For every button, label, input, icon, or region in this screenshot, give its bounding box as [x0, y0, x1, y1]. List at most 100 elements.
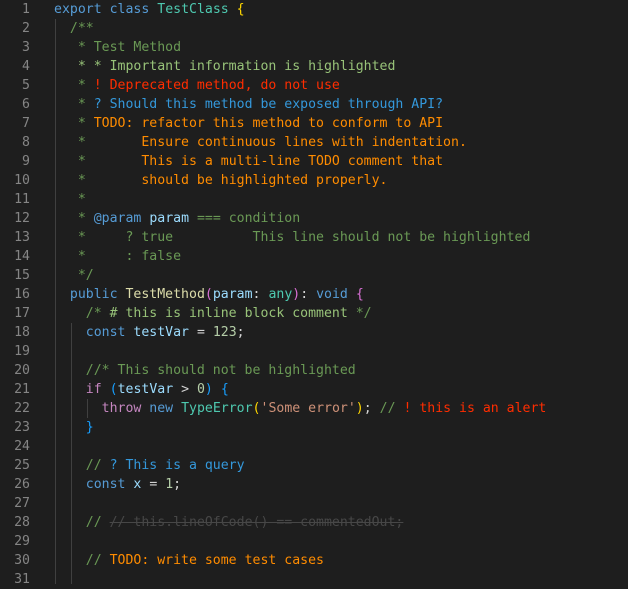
code-line[interactable]: 5 * ! Deprecated method, do not use [0, 76, 628, 95]
code-token: * [77, 97, 94, 112]
line-number: 29 [14, 534, 30, 549]
code-text: * should be highlighted properly. [54, 171, 388, 190]
code-token: ? Should this method be exposed through … [93, 97, 444, 112]
code-text: * * Important information is highlighted [54, 57, 396, 76]
code-line[interactable]: 20 //* This should not be highlighted [0, 361, 628, 380]
code-token: //* This should not be highlighted [85, 363, 356, 378]
code-line[interactable]: 21 if (testVar > 0) { [0, 380, 628, 399]
line-number: 17 [14, 306, 30, 321]
code-text: /** [54, 19, 94, 38]
code-token: ( [109, 382, 118, 397]
code-token: const [85, 477, 126, 492]
code-token: * : false [77, 249, 182, 264]
code-token: TypeError [181, 401, 253, 416]
code-line[interactable]: 26 const x = 1; [0, 475, 628, 494]
code-token: This is a multi-line TODO comment that [85, 154, 444, 169]
line-number: 1 [22, 2, 30, 17]
code-line[interactable]: 6 * ? Should this method be exposed thro… [0, 95, 628, 114]
code-text: const x = 1; [54, 475, 181, 494]
code-line[interactable]: 17 /* # this is inline block comment */ [0, 304, 628, 323]
code-token: * ? true This line should not be highlig… [77, 230, 531, 245]
code-line[interactable]: 19 [0, 342, 628, 361]
code-line[interactable]: 9 * This is a multi-line TODO comment th… [0, 152, 628, 171]
code-token: * [77, 154, 86, 169]
code-line[interactable]: 28 // // this.lineOfCode() == commentedO… [0, 513, 628, 532]
code-token: { [355, 287, 364, 302]
code-text: * Test Method [54, 38, 181, 57]
code-line[interactable]: 24 [0, 437, 628, 456]
code-line[interactable]: 25 // ? This is a query [0, 456, 628, 475]
code-token: TestMethod [125, 287, 205, 302]
code-line[interactable]: 1 export class TestClass { [0, 0, 628, 19]
code-text: throw new TypeError('Some error'); // ! … [54, 399, 547, 418]
code-line[interactable]: 18 const testVar = 123; [0, 323, 628, 342]
code-line[interactable]: 4 * * Important information is highlight… [0, 57, 628, 76]
code-line[interactable]: 8 * Ensure continuous lines with indenta… [0, 133, 628, 152]
code-token: * [77, 192, 86, 207]
line-number: 7 [22, 116, 30, 131]
code-token: public [69, 287, 118, 302]
code-token: throw [101, 401, 142, 416]
code-text: * ? true This line should not be highlig… [54, 228, 531, 247]
code-token: // [85, 458, 110, 473]
code-line[interactable]: 2 /** [0, 19, 628, 38]
code-line[interactable]: 13 * ? true This line should not be high… [0, 228, 628, 247]
line-number: 10 [14, 173, 30, 188]
code-text: public TestMethod(param: any): void { [54, 285, 364, 304]
code-text: * ? Should this method be exposed throug… [54, 95, 443, 114]
code-editor[interactable]: 1 export class TestClass {2 /** 3 * Test M… [0, 0, 628, 587]
code-line[interactable]: 3 * Test Method [0, 38, 628, 57]
code-line[interactable]: 29 [0, 532, 628, 551]
code-line[interactable]: 27 [0, 494, 628, 513]
code-token: { [236, 2, 245, 17]
code-token: export [54, 2, 102, 17]
code-line[interactable]: 10 * should be highlighted properly. [0, 171, 628, 190]
code-token: if [85, 382, 102, 397]
code-token: TODO: refactor this method to conform to… [93, 116, 444, 131]
code-text: if (testVar > 0) { [54, 380, 229, 399]
line-number: 5 [22, 78, 30, 93]
code-line[interactable]: 7 * TODO: refactor this method to confor… [0, 114, 628, 133]
code-token: testVar [117, 382, 174, 397]
code-line[interactable]: 23 } [0, 418, 628, 437]
line-number: 14 [14, 249, 30, 264]
line-number: 22 [14, 401, 30, 416]
code-token: ) [355, 401, 364, 416]
code-token: ) [204, 382, 213, 397]
code-text: const testVar = 123; [54, 323, 245, 342]
line-number: 12 [14, 211, 30, 226]
code-token: * [77, 211, 94, 226]
code-line[interactable]: 31 [0, 570, 628, 589]
code-token: const [85, 325, 126, 340]
code-line[interactable]: 11 * [0, 190, 628, 209]
code-token: ; [236, 325, 245, 340]
code-line[interactable]: 22 throw new TypeError('Some error'); //… [0, 399, 628, 418]
code-token: * [77, 78, 94, 93]
line-number: 21 [14, 382, 30, 397]
code-line[interactable]: 16 public TestMethod(param: any): void { [0, 285, 628, 304]
code-token: 1 [165, 477, 174, 492]
code-token: class [109, 2, 150, 17]
code-token: /** [69, 21, 94, 36]
code-line[interactable]: 12 * @param param === condition [0, 209, 628, 228]
code-line[interactable]: 15 */ [0, 266, 628, 285]
line-number: 16 [14, 287, 30, 302]
code-line[interactable]: 30 // TODO: write some test cases [0, 551, 628, 570]
line-number: 11 [14, 192, 30, 207]
code-line[interactable]: 14 * : false [0, 247, 628, 266]
code-text: // ? This is a query [54, 456, 245, 475]
